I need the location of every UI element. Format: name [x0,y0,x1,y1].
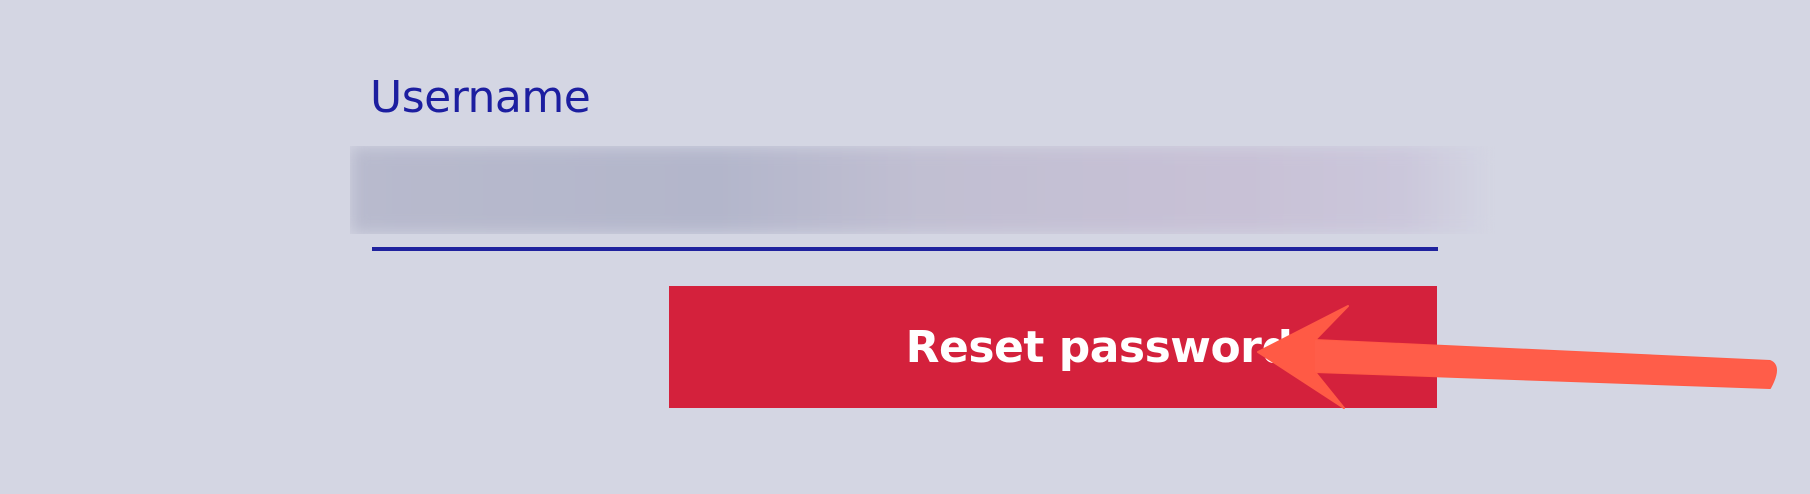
reset-password-form: Username Reset password [0,0,1810,494]
username-value-redaction [350,146,1495,234]
username-underline [372,247,1438,251]
reset-password-label: Reset password [905,321,1293,373]
reset-password-button[interactable]: Reset password [669,286,1437,408]
username-label: Username [370,72,591,123]
username-field[interactable] [350,146,1495,234]
